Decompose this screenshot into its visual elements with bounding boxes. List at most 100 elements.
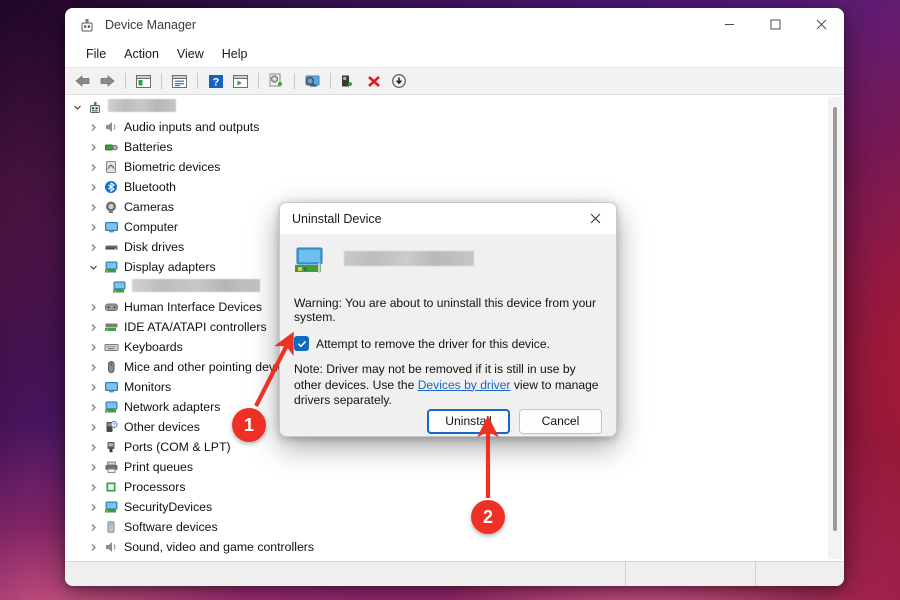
enable-device-icon[interactable]: [337, 70, 360, 92]
help-icon[interactable]: ?: [204, 70, 227, 92]
tree-root-node[interactable]: [65, 97, 827, 117]
tree-item-label: Display adapters: [124, 260, 216, 274]
maximize-icon[interactable]: [752, 8, 798, 41]
fingerprint-icon: [101, 160, 121, 174]
chevron-right-icon[interactable]: [85, 383, 101, 392]
tree-item-label: Keyboards: [124, 340, 183, 354]
scan-for-hardware-changes-icon[interactable]: [229, 70, 252, 92]
tree-item-processors[interactable]: Processors: [65, 477, 827, 497]
statusbar: [65, 562, 844, 586]
dialog-note-text: Note: Driver may not be removed if it is…: [294, 362, 602, 409]
uninstall-button[interactable]: Uninstall: [427, 408, 510, 434]
toolbar-separator: [330, 73, 331, 89]
processor-icon: [101, 480, 121, 494]
tree-item-storage-controllers[interactable]: Storage controllers: [65, 557, 827, 561]
hid-icon: [101, 300, 121, 314]
uninstall-device-icon[interactable]: [362, 70, 385, 92]
close-icon[interactable]: [798, 8, 844, 41]
display-adapter-icon: [101, 260, 121, 274]
tree-item-label: Ports (COM & LPT): [124, 440, 231, 454]
remove-driver-checkbox-row[interactable]: Attempt to remove the driver for this de…: [294, 336, 602, 351]
devices-by-driver-link[interactable]: Devices by driver: [418, 378, 511, 392]
tree-item-label: Network adapters: [124, 400, 221, 414]
tree-item-label: Biometric devices: [124, 160, 221, 174]
toolbar-separator: [258, 73, 259, 89]
statusbar-segment-a: [626, 562, 756, 586]
mouse-icon: [101, 360, 121, 374]
chevron-right-icon[interactable]: [85, 203, 101, 212]
back-arrow-icon[interactable]: [71, 70, 94, 92]
tree-item-biometric-devices[interactable]: Biometric devices: [65, 157, 827, 177]
disable-device-icon[interactable]: [387, 70, 410, 92]
tree-item-label: Storage controllers: [121, 560, 227, 561]
callout-badge-2: 2: [471, 500, 505, 534]
chevron-right-icon[interactable]: [85, 223, 101, 232]
battery-icon: [101, 140, 121, 154]
show-hidden-devices-icon[interactable]: [168, 70, 191, 92]
chevron-right-icon[interactable]: [85, 523, 101, 532]
tree-item-ports-com-and-lpt[interactable]: Ports (COM & LPT): [65, 437, 827, 457]
keyboard-icon: [101, 340, 121, 354]
statusbar-segment-b: [756, 562, 844, 586]
close-icon[interactable]: [574, 203, 616, 234]
chevron-right-icon[interactable]: [85, 403, 101, 412]
tree-item-software-devices[interactable]: Software devices: [65, 517, 827, 537]
printer-icon: [101, 460, 121, 474]
window-controls: [706, 8, 844, 41]
properties-icon[interactable]: [132, 70, 155, 92]
minimize-icon[interactable]: [706, 8, 752, 41]
tree-item-print-queues[interactable]: Print queues: [65, 457, 827, 477]
tree-item-batteries[interactable]: Batteries: [65, 137, 827, 157]
chevron-right-icon[interactable]: [85, 483, 101, 492]
chevron-right-icon[interactable]: [85, 443, 101, 452]
statusbar-main: [65, 562, 626, 586]
speaker-icon: [101, 540, 121, 554]
uninstall-device-dialog: Uninstall Device Warning: You are about …: [279, 202, 617, 437]
remove-driver-checkbox[interactable]: [294, 336, 309, 351]
display-adapter-icon: [109, 280, 129, 294]
speaker-icon: [101, 120, 121, 134]
menu-item-help[interactable]: Help: [213, 44, 257, 64]
forward-arrow-icon[interactable]: [96, 70, 119, 92]
chevron-right-icon[interactable]: [85, 163, 101, 172]
tree-vertical-scrollbar[interactable]: [828, 97, 842, 559]
bluetooth-icon: [101, 180, 121, 194]
toolbar: ?: [65, 68, 844, 95]
cancel-button[interactable]: Cancel: [519, 408, 602, 434]
chevron-down-icon[interactable]: [85, 263, 101, 272]
chevron-right-icon[interactable]: [85, 543, 101, 552]
chevron-right-icon[interactable]: [85, 303, 101, 312]
chevron-down-icon[interactable]: [69, 103, 85, 112]
menu-item-action[interactable]: Action: [115, 44, 168, 64]
tree-item-audio-inputs-and-outputs[interactable]: Audio inputs and outputs: [65, 117, 827, 137]
toolbar-separator: [294, 73, 295, 89]
chevron-right-icon[interactable]: [85, 183, 101, 192]
tree-item-label: Audio inputs and outputs: [124, 120, 260, 134]
scrollbar-thumb[interactable]: [833, 107, 837, 531]
tree-item-security-devices[interactable]: SecurityDevices: [65, 497, 827, 517]
chevron-right-icon[interactable]: [85, 323, 101, 332]
security-device-icon: [101, 500, 121, 514]
disk-drive-icon: [101, 240, 121, 254]
chevron-right-icon[interactable]: [85, 363, 101, 372]
chevron-right-icon[interactable]: [85, 143, 101, 152]
dialog-titlebar: Uninstall Device: [280, 203, 616, 234]
chevron-right-icon[interactable]: [85, 423, 101, 432]
menu-item-view[interactable]: View: [168, 44, 213, 64]
chevron-right-icon[interactable]: [85, 123, 101, 132]
ide-controller-icon: [101, 320, 121, 334]
tree-item-label: Human Interface Devices: [124, 300, 263, 314]
update-driver-icon[interactable]: [265, 70, 288, 92]
chevron-right-icon[interactable]: [85, 503, 101, 512]
tree-item-label: Other devices: [124, 420, 200, 434]
tree-item-bluetooth[interactable]: Bluetooth: [65, 177, 827, 197]
chevron-right-icon[interactable]: [85, 343, 101, 352]
chevron-right-icon[interactable]: [85, 463, 101, 472]
menu-item-file[interactable]: File: [77, 44, 115, 64]
chevron-right-icon[interactable]: [85, 243, 101, 252]
tree-item-sound-video-and-game-controllers[interactable]: Sound, video and game controllers: [65, 537, 827, 557]
unknown-device-icon: ?: [101, 420, 121, 434]
tree-item-label: Print queues: [124, 460, 194, 474]
toolbar-separator: [197, 73, 198, 89]
display-icon[interactable]: [301, 70, 324, 92]
